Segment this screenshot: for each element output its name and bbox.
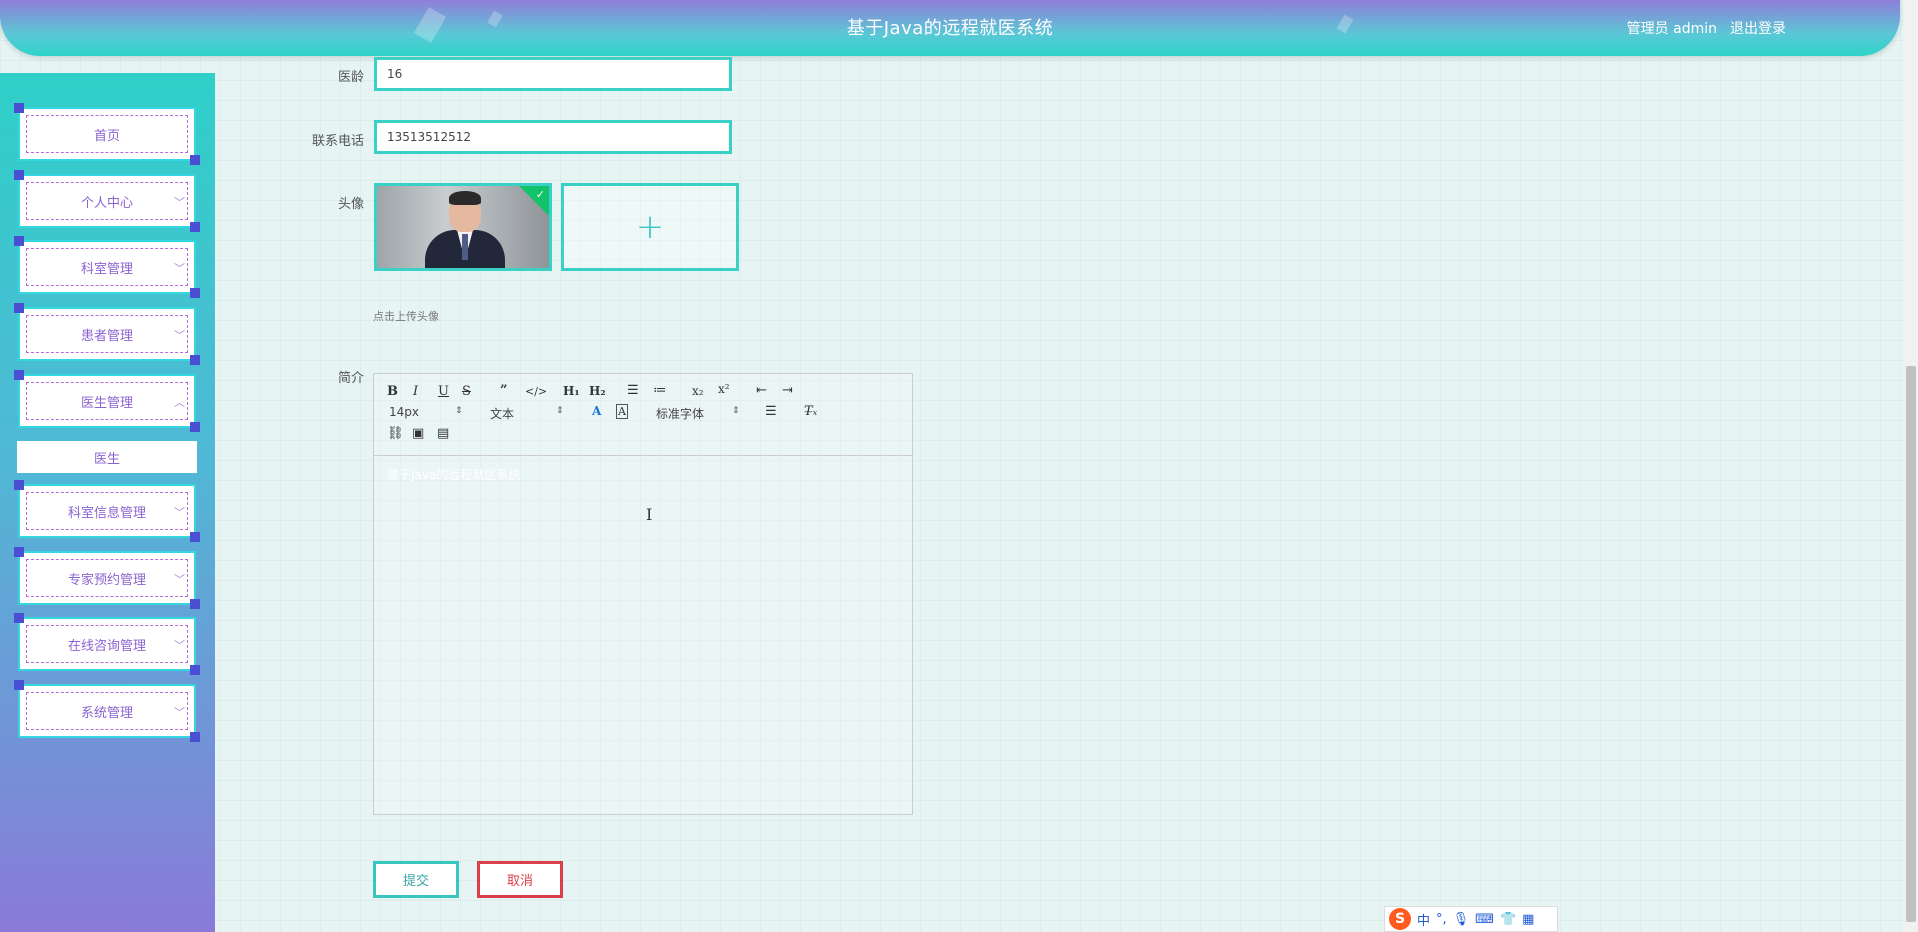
phone-input[interactable] <box>374 120 732 154</box>
sidebar-item-department[interactable]: 科室管理 ﹀ <box>14 236 200 298</box>
sidebar-item-expert-appointment[interactable]: 专家预约管理 ﹀ <box>14 547 200 609</box>
page-scrollbar[interactable] <box>1904 0 1918 932</box>
phone-label: 联系电话 <box>311 134 364 149</box>
chevron-up-icon: ︿ <box>174 396 185 409</box>
sidebar-item-label: 科室信息管理 <box>26 492 188 530</box>
chevron-down-icon: ﹀ <box>174 706 185 719</box>
sidebar-item-label: 首页 <box>26 115 188 153</box>
top-header: 基于Java的远程就医系统 管理员 admin 退出登录 <box>0 0 1900 56</box>
outdent-icon[interactable]: ⇤ <box>756 383 767 398</box>
punctuation-icon[interactable]: °, <box>1436 912 1447 927</box>
avatar-label: 头像 <box>337 197 364 212</box>
submit-button[interactable]: 提交 <box>373 861 459 898</box>
editor-content[interactable]: 基于Java的远程就医系统 <box>387 466 520 483</box>
toolbox-icon[interactable]: ▦ <box>1522 912 1534 927</box>
chevron-down-icon: ﹀ <box>174 639 185 652</box>
sidebar-item-system[interactable]: 系统管理 ﹀ <box>14 680 200 742</box>
check-icon: ✓ <box>535 188 545 201</box>
upload-button[interactable]: + <box>561 183 739 271</box>
sidebar-item-label: 科室管理 <box>26 248 188 286</box>
strikethrough-icon[interactable]: S <box>462 384 471 399</box>
intro-label: 简介 <box>337 371 364 386</box>
age-label: 医龄 <box>337 70 364 85</box>
bold-icon[interactable]: B <box>387 384 398 399</box>
chevron-down-icon: ﹀ <box>174 329 185 342</box>
sidebar-item-patient[interactable]: 患者管理 ﹀ <box>14 303 200 365</box>
sidebar-item-online-consult[interactable]: 在线咨询管理 ﹀ <box>14 613 200 675</box>
sidebar-item-department-info[interactable]: 科室信息管理 ﹀ <box>14 480 200 542</box>
ordered-list-icon[interactable]: ☰ <box>627 383 639 398</box>
microphone-icon[interactable]: 🎙 <box>1453 912 1470 927</box>
chevron-down-icon: ﹀ <box>174 196 185 209</box>
background-color-icon[interactable]: A <box>616 404 628 419</box>
sidebar-item-label: 患者管理 <box>26 315 188 353</box>
sidebar-item-label: 系统管理 <box>26 692 188 730</box>
sidebar-item-label: 个人中心 <box>26 182 188 220</box>
align-icon[interactable]: ☰ <box>765 404 777 419</box>
video-icon[interactable]: ▤ <box>437 426 449 441</box>
sidebar-item-label: 专家预约管理 <box>26 559 188 597</box>
font-size-value: 14px <box>389 405 419 419</box>
plus-icon: + <box>635 207 665 247</box>
image-icon[interactable]: ▣ <box>412 426 424 441</box>
upload-hint: 点击上传头像 <box>373 310 439 323</box>
sidebar-item-doctor[interactable]: 医生管理 ︿ <box>14 370 200 432</box>
font-color-icon[interactable]: A <box>592 404 601 418</box>
avatar-person-hair <box>449 191 481 205</box>
select-arrow-icon: ⇕ <box>455 406 463 416</box>
ime-mode[interactable]: 中 <box>1417 910 1430 929</box>
heading2-icon[interactable]: H₂ <box>589 384 606 398</box>
chevron-down-icon: ﹀ <box>174 573 185 586</box>
sidebar-item-label: 在线咨询管理 <box>26 625 188 663</box>
font-family-select[interactable]: 标准字体 ⇕ <box>656 405 744 422</box>
ime-toolbar: S 中 °, 🎙 ⌨ 👕 ▦ <box>1384 906 1558 932</box>
font-family-value: 标准字体 <box>656 407 705 421</box>
font-size-select[interactable]: 14px ⇕ <box>389 405 467 419</box>
chevron-down-icon: ﹀ <box>174 262 185 275</box>
avatar-image[interactable]: ✓ <box>374 183 552 271</box>
scrollbar-thumb[interactable] <box>1906 366 1916 922</box>
link-icon[interactable]: ⛓ <box>387 426 404 441</box>
select-arrow-icon: ⇕ <box>556 406 564 416</box>
paragraph-select[interactable]: 文本 ⇕ <box>490 405 568 422</box>
current-user: 管理员 admin <box>1626 21 1717 37</box>
app-title: 基于Java的远程就医系统 <box>846 18 1054 39</box>
avatar-tie <box>462 234 468 260</box>
select-arrow-icon: ⇕ <box>732 406 740 416</box>
sidebar-item-personal-center[interactable]: 个人中心 ﹀ <box>14 170 200 232</box>
age-input[interactable] <box>374 57 732 91</box>
rich-text-editor[interactable]: B I U S ” </> H₁ H₂ ☰ ≔ x₂ x² ⇤ ⇥ 14px ⇕ … <box>373 373 913 815</box>
logout-link[interactable]: 退出登录 <box>1730 18 1786 38</box>
indent-icon[interactable]: ⇥ <box>782 383 793 398</box>
keyboard-icon[interactable]: ⌨ <box>1475 912 1494 927</box>
blockquote-icon[interactable]: ” <box>500 383 507 398</box>
subscript-icon[interactable]: x₂ <box>692 384 704 398</box>
submenu-doctor[interactable]: 医生 <box>17 441 197 473</box>
chevron-down-icon: ﹀ <box>174 506 185 519</box>
sidebar-item-label: 医生管理 <box>26 382 188 420</box>
text-cursor-icon: I <box>646 505 653 524</box>
cancel-button[interactable]: 取消 <box>477 861 563 898</box>
superscript-icon[interactable]: x² <box>718 382 730 396</box>
sogou-logo-icon[interactable]: S <box>1389 908 1411 930</box>
bullet-list-icon[interactable]: ≔ <box>653 383 666 398</box>
code-icon[interactable]: </> <box>525 385 547 398</box>
heading1-icon[interactable]: H₁ <box>563 384 580 398</box>
paragraph-value: 文本 <box>490 407 515 421</box>
italic-icon[interactable]: I <box>413 384 418 399</box>
sidebar-item-home[interactable]: 首页 <box>14 103 200 165</box>
editor-toolbar: B I U S ” </> H₁ H₂ ☰ ≔ x₂ x² ⇤ ⇥ 14px ⇕ … <box>374 374 912 456</box>
clear-format-icon[interactable]: T̶ₓ <box>804 404 817 419</box>
skin-icon[interactable]: 👕 <box>1500 912 1516 927</box>
underline-icon[interactable]: U <box>438 384 449 399</box>
